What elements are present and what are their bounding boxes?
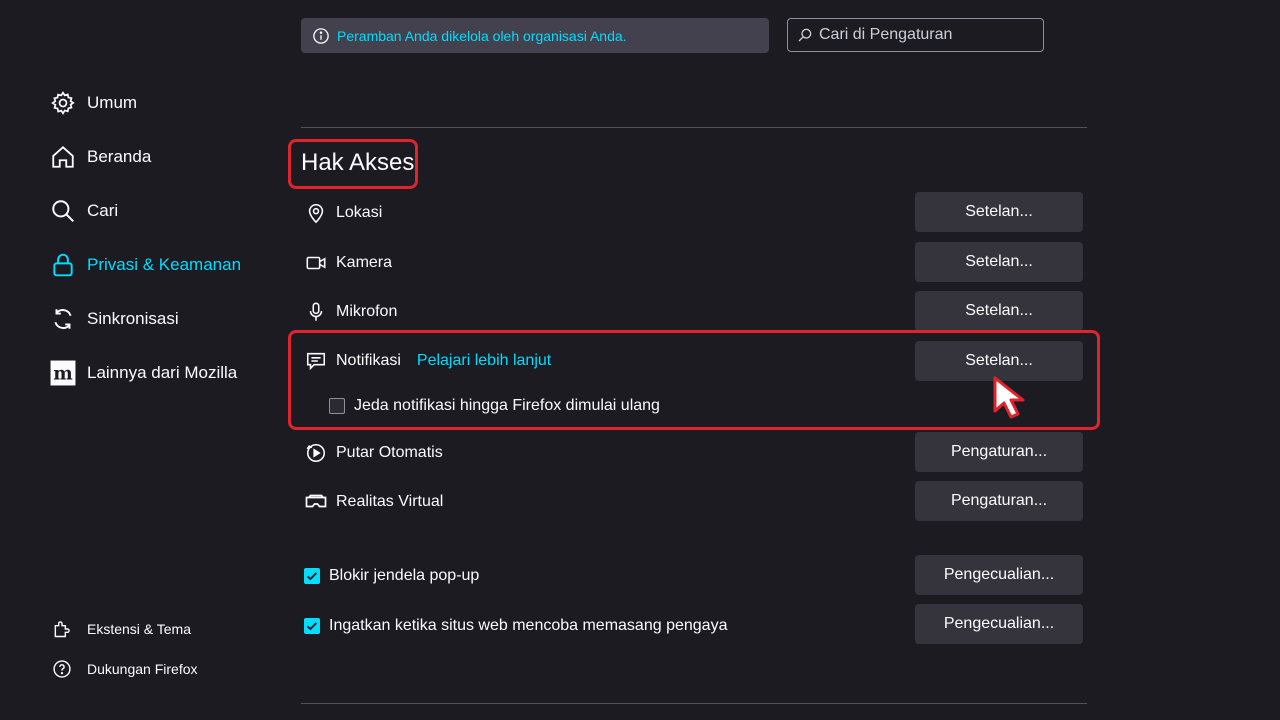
permission-row-location: Lokasi <box>304 201 382 225</box>
sidebar-item-search[interactable]: Cari <box>50 196 118 226</box>
sidebar-item-privacy[interactable]: Privasi & Keamanan <box>50 250 241 280</box>
sidebar-item-label: Umum <box>87 93 138 112</box>
permission-label: Putar Otomatis <box>336 444 443 461</box>
help-icon <box>52 659 72 679</box>
gear-icon <box>50 90 76 116</box>
block-popups-label: Blokir jendela pop-up <box>329 567 480 584</box>
vr-icon <box>304 490 328 514</box>
sidebar-item-label: Lainnya dari Mozilla <box>87 363 238 382</box>
puzzle-icon <box>52 619 72 639</box>
check-icon <box>306 572 318 581</box>
sidebar-item-label: Dukungan Firefox <box>87 661 198 677</box>
highlight-section-title <box>288 139 418 189</box>
cursor-pointer-icon <box>992 375 1032 426</box>
sync-icon <box>50 306 76 332</box>
divider <box>301 127 1087 128</box>
divider <box>301 703 1087 704</box>
addon-exceptions-button[interactable]: Pengecualian... <box>915 604 1083 644</box>
search-icon <box>50 198 76 224</box>
sidebar-item-label: Beranda <box>87 147 152 166</box>
sidebar-item-label: Ekstensi & Tema <box>87 621 192 637</box>
sidebar-item-label: Sinkronisasi <box>87 309 179 328</box>
sidebar-item-general[interactable]: Umum <box>50 88 137 118</box>
vr-settings-button[interactable]: Pengaturan... <box>915 481 1083 521</box>
sidebar-item-label: Cari <box>87 201 119 220</box>
search-icon <box>797 27 813 43</box>
check-icon <box>306 622 318 631</box>
permission-row-vr: Realitas Virtual <box>304 490 443 514</box>
permission-label: Mikrofon <box>336 303 398 320</box>
sidebar-item-more-mozilla[interactable]: m Lainnya dari Mozilla <box>50 358 237 388</box>
location-settings-button[interactable]: Setelan... <box>915 192 1083 232</box>
highlight-notifications <box>288 330 1100 430</box>
svg-text:m: m <box>53 364 73 385</box>
managed-notice: Peramban Anda dikelola oleh organisasi A… <box>301 18 769 53</box>
managed-notice-text: Peramban Anda dikelola oleh organisasi A… <box>337 27 627 44</box>
sidebar-item-home[interactable]: Beranda <box>50 142 151 172</box>
mozilla-icon: m <box>50 360 76 386</box>
sidebar-item-sync[interactable]: Sinkronisasi <box>50 304 179 334</box>
info-icon <box>312 27 330 45</box>
autoplay-settings-button[interactable]: Pengaturan... <box>915 432 1083 472</box>
warn-addons-label: Ingatkan ketika situs web mencoba memasa… <box>329 617 728 634</box>
permission-row-camera: Kamera <box>304 251 392 275</box>
permission-label: Lokasi <box>336 204 383 221</box>
home-icon <box>50 144 76 170</box>
block-popups-checkbox[interactable] <box>304 568 320 584</box>
permission-label: Realitas Virtual <box>336 493 444 510</box>
warn-addons-row[interactable]: Ingatkan ketika situs web mencoba memasa… <box>304 614 727 638</box>
microphone-settings-button[interactable]: Setelan... <box>915 291 1083 331</box>
autoplay-icon <box>304 441 328 465</box>
search-placeholder: Cari di Pengaturan <box>819 26 953 43</box>
permission-row-autoplay: Putar Otomatis <box>304 441 443 465</box>
sidebar-item-support[interactable]: Dukungan Firefox <box>52 659 198 679</box>
permission-label: Kamera <box>336 254 393 271</box>
search-input[interactable]: Cari di Pengaturan <box>787 18 1044 52</box>
lock-icon <box>50 252 76 278</box>
microphone-icon <box>304 300 328 324</box>
permission-row-microphone: Mikrofon <box>304 300 397 324</box>
popup-exceptions-button[interactable]: Pengecualian... <box>915 555 1083 595</box>
block-popups-row[interactable]: Blokir jendela pop-up <box>304 564 479 588</box>
warn-addons-checkbox[interactable] <box>304 618 320 634</box>
sidebar-item-label: Privasi & Keamanan <box>87 255 242 274</box>
location-icon <box>304 201 328 225</box>
camera-settings-button[interactable]: Setelan... <box>915 242 1083 282</box>
camera-icon <box>304 251 328 275</box>
sidebar-item-extensions[interactable]: Ekstensi & Tema <box>52 619 191 639</box>
